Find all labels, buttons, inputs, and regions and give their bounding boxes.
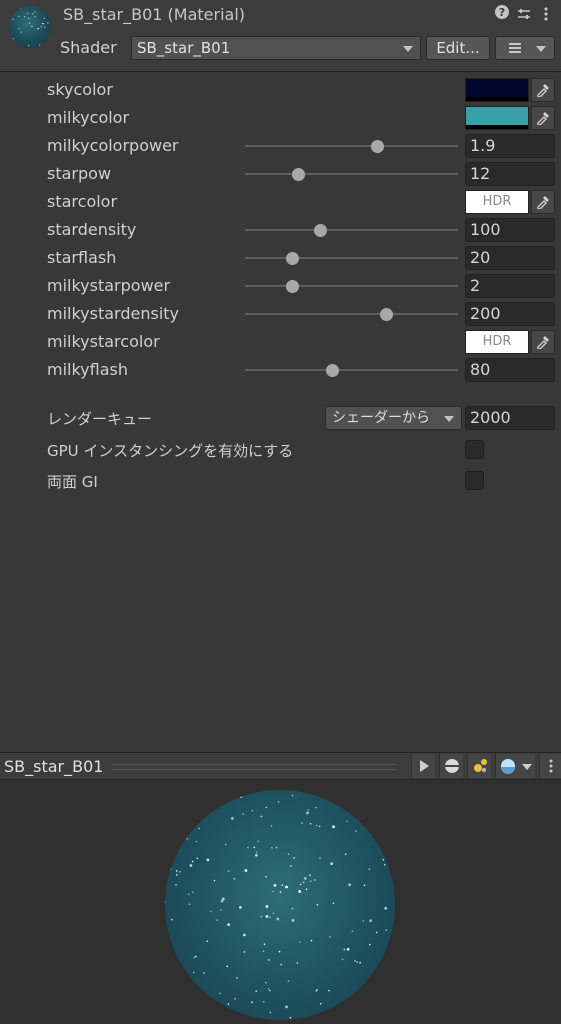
property-label: milkycolorpower [47, 136, 179, 155]
slider-track[interactable] [245, 369, 458, 371]
slider-track[interactable] [245, 257, 458, 259]
chevron-down-icon [536, 46, 546, 52]
kebab-menu-icon[interactable] [539, 754, 561, 778]
slider-thumb[interactable] [379, 308, 393, 321]
slider-thumb[interactable] [313, 224, 327, 237]
slider-thumb[interactable] [326, 364, 340, 377]
render-queue-field[interactable]: 2000 [465, 406, 555, 430]
material-thumbnail [9, 6, 51, 48]
preview-toolbar: SB_star_B01 [0, 752, 561, 780]
slider-thumb[interactable] [285, 280, 299, 293]
shader-dropdown[interactable]: SB_star_B01 [131, 36, 421, 60]
eyedropper-icon[interactable] [531, 78, 555, 102]
property-row-stardensity: stardensity 100 [0, 216, 561, 244]
eyedropper-icon[interactable] [531, 106, 555, 130]
preview-sphere [165, 790, 395, 1020]
gpu-instancing-label: GPU インスタンシングを有効にする [47, 442, 294, 460]
eyedropper-icon[interactable] [531, 190, 555, 214]
gpu-instancing-row: GPU インスタンシングを有効にする [0, 436, 561, 464]
render-queue-dropdown-value: シェーダーから [332, 410, 430, 426]
property-row-skycolor: skycolor [0, 76, 561, 104]
value-field[interactable]: 12 [465, 162, 555, 186]
render-queue-dropdown[interactable]: シェーダーから [325, 406, 462, 430]
sliders-icon[interactable] [517, 5, 531, 23]
material-header: SB_star_B01 (Material) ? Shader SB_star_… [0, 0, 561, 72]
color-swatch[interactable]: HDR [465, 330, 529, 354]
double-sided-gi-label: 両面 GI [47, 473, 98, 491]
render-queue-row: レンダーキュー シェーダーから 2000 [0, 404, 561, 432]
help-icon[interactable]: ? [495, 5, 509, 19]
value-field[interactable]: 100 [465, 218, 555, 242]
color-swatch[interactable]: HDR [465, 190, 529, 214]
slider-track[interactable] [245, 229, 458, 231]
property-label: starflash [47, 248, 117, 267]
kebab-menu-icon[interactable] [539, 5, 553, 23]
light-icon[interactable] [467, 754, 491, 778]
double-sided-gi-checkbox[interactable] [465, 471, 484, 490]
shader-options-dropdown[interactable] [495, 36, 555, 60]
eyedropper-icon[interactable] [531, 330, 555, 354]
double-sided-gi-row: 両面 GI [0, 467, 561, 495]
property-row-milkyflash: milkyflash 80 [0, 356, 561, 384]
edit-shader-button[interactable]: Edit... [426, 36, 490, 60]
slider-track[interactable] [245, 173, 458, 175]
property-row-milkystarpower: milkystarpower 2 [0, 272, 561, 300]
slider-track[interactable] [245, 285, 458, 287]
property-label: milkyflash [47, 360, 128, 379]
value-field[interactable]: 1.9 [465, 134, 555, 158]
property-row-starflash: starflash 20 [0, 244, 561, 272]
slider-thumb[interactable] [285, 252, 299, 265]
shader-label: Shader [60, 38, 117, 57]
slider-thumb[interactable] [371, 140, 385, 153]
property-label: starcolor [47, 192, 118, 211]
shader-value: SB_star_B01 [137, 39, 231, 57]
property-row-milkycolorpower: milkycolorpower 1.9 [0, 132, 561, 160]
color-swatch[interactable] [465, 78, 529, 102]
property-label: starpow [47, 164, 112, 183]
property-label: skycolor [47, 80, 113, 99]
value-field[interactable]: 20 [465, 246, 555, 270]
property-row-starpow: starpow 12 [0, 160, 561, 188]
property-row-starcolor: starcolor HDR [0, 188, 561, 216]
slider-thumb[interactable] [292, 168, 306, 181]
property-label: milkystarpower [47, 276, 171, 295]
list-icon [509, 43, 521, 53]
value-field[interactable]: 2 [465, 274, 555, 298]
property-label: milkycolor [47, 108, 130, 127]
preview-resize-handle[interactable] [112, 764, 396, 770]
material-preview[interactable] [0, 780, 561, 1024]
chevron-down-icon [403, 46, 413, 52]
property-row-milkystardensity: milkystardensity 200 [0, 300, 561, 328]
preview-title: SB_star_B01 [4, 757, 104, 776]
chevron-down-icon [444, 416, 454, 422]
star-field [165, 790, 392, 1020]
render-queue-label: レンダーキュー [47, 410, 153, 428]
color-swatch[interactable] [465, 106, 529, 130]
property-row-milkystarcolor: milkystarcolor HDR [0, 328, 561, 356]
slider-track[interactable] [245, 313, 458, 315]
property-row-milkycolor: milkycolor [0, 104, 561, 132]
play-icon[interactable] [411, 754, 435, 778]
background-sphere-icon[interactable] [495, 754, 535, 778]
value-field[interactable]: 80 [465, 358, 555, 382]
property-label: milkystardensity [47, 304, 180, 323]
property-label: stardensity [47, 220, 137, 239]
sphere-shape-icon[interactable] [439, 754, 463, 778]
slider-track[interactable] [245, 145, 458, 147]
value-field[interactable]: 200 [465, 302, 555, 326]
material-title: SB_star_B01 (Material) [63, 5, 246, 24]
property-label: milkystarcolor [47, 332, 160, 351]
gpu-instancing-checkbox[interactable] [465, 440, 484, 459]
